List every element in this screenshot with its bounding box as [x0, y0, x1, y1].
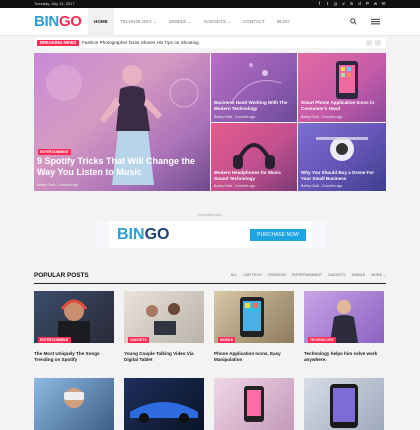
- purchase-now-button[interactable]: PURCHASE NOW: [250, 229, 306, 241]
- post-card-image[interactable]: [214, 291, 294, 343]
- search-icon[interactable]: [350, 18, 357, 27]
- pinterest-icon[interactable]: P: [365, 0, 370, 8]
- post-card-title[interactable]: Phone Application Icons, Easy Manipulati…: [214, 351, 294, 363]
- breaking-news-ticker: BREAKING NEWS Fashion Photographer Dans …: [34, 38, 386, 48]
- email-icon[interactable]: ✉: [381, 0, 386, 8]
- hero-tile-drone-title[interactable]: Why You Should Buy a Drone For Your Smal…: [301, 170, 383, 181]
- post-card-image[interactable]: [304, 378, 384, 430]
- post-card-title[interactable]: Young Couple Talking Video Via Digital T…: [124, 351, 204, 363]
- nav-mobile[interactable]: MOBILE ⌄: [163, 8, 197, 36]
- sports-car-image: [130, 402, 198, 423]
- ticker-next-button[interactable]: ›: [375, 40, 381, 46]
- post-card-image[interactable]: [124, 291, 204, 343]
- linkedin-icon[interactable]: in: [349, 0, 354, 8]
- ticker-prev-button[interactable]: ‹: [366, 40, 372, 46]
- post-card-category[interactable]: GADGETS: [128, 337, 149, 343]
- tab-creation[interactable]: CREATION: [268, 273, 286, 277]
- smartphone-image: [330, 384, 358, 428]
- banner-logo: BINGO: [117, 226, 169, 244]
- phone-image: [336, 61, 358, 99]
- couple-tablet-image: [146, 303, 180, 335]
- social-links: f t g v in d P w ✉: [317, 0, 386, 8]
- site-logo[interactable]: BINGO: [34, 13, 82, 30]
- banner-logo-part-2: GO: [144, 226, 170, 243]
- businessman-image: [330, 300, 358, 343]
- post-card-image[interactable]: [124, 378, 204, 430]
- top-bar: Tuesday, July 11, 2017 f t g v in d P w …: [0, 0, 420, 8]
- facebook-icon[interactable]: f: [317, 0, 322, 8]
- hero-main-meta: Bobby Glatt - 3 months ago: [37, 183, 79, 187]
- popular-posts-tabs: ALL CAR TECH CREATION ENTERTAINMENT GADG…: [231, 273, 386, 277]
- current-date: Tuesday, July 11, 2017: [34, 1, 75, 6]
- post-card-image[interactable]: [34, 378, 114, 430]
- nav-contact[interactable]: CONTACT: [237, 8, 271, 36]
- vimeo-icon[interactable]: v: [341, 0, 346, 8]
- twitter-icon[interactable]: t: [325, 0, 330, 8]
- hero-tile-phone-meta: Bobby Glatt - 3 months ago: [301, 115, 343, 119]
- phone-icons-image: [240, 297, 264, 337]
- breaking-news-label: BREAKING NEWS: [37, 40, 80, 46]
- hero-tile-business-meta: Bobby Glatt - 3 months ago: [214, 115, 256, 119]
- hero-tile-phone[interactable]: Smart Phone Application Icons in Consume…: [298, 53, 386, 122]
- banner-logo-part-1: BIN: [117, 226, 145, 243]
- tab-gadgets[interactable]: GADGETS: [328, 273, 346, 277]
- nav-technology[interactable]: TECHNOLOGY ⌄: [114, 8, 163, 36]
- business-image: [230, 63, 282, 104]
- hero-main-title[interactable]: 9 Spotify Tricks That Will Change the Wa…: [37, 156, 207, 178]
- dribbble-icon[interactable]: d: [357, 0, 362, 8]
- nav-gadgets[interactable]: GADGETS ⌄: [197, 8, 237, 36]
- post-card-title[interactable]: Technology helps him solve work anywhere…: [304, 351, 384, 363]
- post-card-image[interactable]: [214, 378, 294, 430]
- post-card-category[interactable]: TECHNOLOGY: [308, 337, 336, 343]
- popular-posts-title: POPULAR POSTS: [34, 272, 89, 279]
- hero-main-category[interactable]: ENTERTAINMENT: [38, 149, 71, 155]
- nav-home[interactable]: HOME: [88, 8, 114, 36]
- ad-banner[interactable]: BINGO PURCHASE NOW: [95, 221, 326, 248]
- nav-blog[interactable]: BLOG: [271, 8, 296, 36]
- popular-posts-divider: [34, 283, 386, 284]
- hero-tile-drone-meta: Bobby Glatt - 3 months ago: [301, 184, 343, 188]
- breaking-news-headline[interactable]: Fashion Photographer Dans Shares His Tip…: [82, 38, 199, 48]
- menu-icon[interactable]: [371, 17, 380, 28]
- hero-main-tile[interactable]: ENTERTAINMENT 9 Spotify Tricks That Will…: [34, 53, 210, 191]
- tab-entertainment[interactable]: ENTERTAINMENT: [292, 273, 322, 277]
- hero-tile-headphones-title[interactable]: Modern Headphones for Music Sound Techno…: [214, 170, 294, 181]
- logo-part-2: GO: [58, 13, 82, 30]
- advertisement-label: - Advertisement -: [196, 213, 224, 217]
- post-card-image[interactable]: [304, 291, 384, 343]
- hero-tile-business-title[interactable]: Business Hand Working With The Modern Te…: [214, 100, 294, 111]
- main-nav: HOME TECHNOLOGY ⌄ MOBILE ⌄ GADGETS ⌄ CON…: [88, 8, 296, 36]
- post-card-category[interactable]: MOBILE: [218, 337, 236, 343]
- tab-all[interactable]: ALL: [231, 273, 237, 277]
- tab-mobile[interactable]: MOBILE: [352, 273, 366, 277]
- hero-tile-headphones-meta: Bobby Glatt - 3 months ago: [214, 184, 256, 188]
- vr-headset-image: [64, 388, 84, 408]
- headphones-man-image: [58, 299, 90, 343]
- post-card-image[interactable]: [34, 291, 114, 343]
- logo-part-1: BIN: [34, 13, 59, 30]
- post-card-title[interactable]: The Most Uniquely The Songs Trending on …: [34, 351, 114, 363]
- google-plus-icon[interactable]: g: [333, 0, 338, 8]
- hero-tile-phone-title[interactable]: Smart Phone Application Icons in Consume…: [301, 100, 383, 111]
- tab-more[interactable]: MORE ⌄: [371, 273, 386, 277]
- phone-hand-image: [244, 386, 264, 422]
- post-card-category[interactable]: ENTERTAINMENT: [38, 337, 71, 343]
- hero-tile-drone[interactable]: Why You Should Buy a Drone For Your Smal…: [298, 123, 386, 191]
- hero-tile-headphones[interactable]: Modern Headphones for Music Sound Techno…: [211, 123, 297, 191]
- site-header: BINGO HOME TECHNOLOGY ⌄ MOBILE ⌄ GADGETS…: [0, 8, 420, 36]
- whatsapp-icon[interactable]: w: [373, 0, 378, 8]
- tab-car-tech[interactable]: CAR TECH: [243, 273, 261, 277]
- hero-tile-business[interactable]: Business Hand Working With The Modern Te…: [211, 53, 297, 122]
